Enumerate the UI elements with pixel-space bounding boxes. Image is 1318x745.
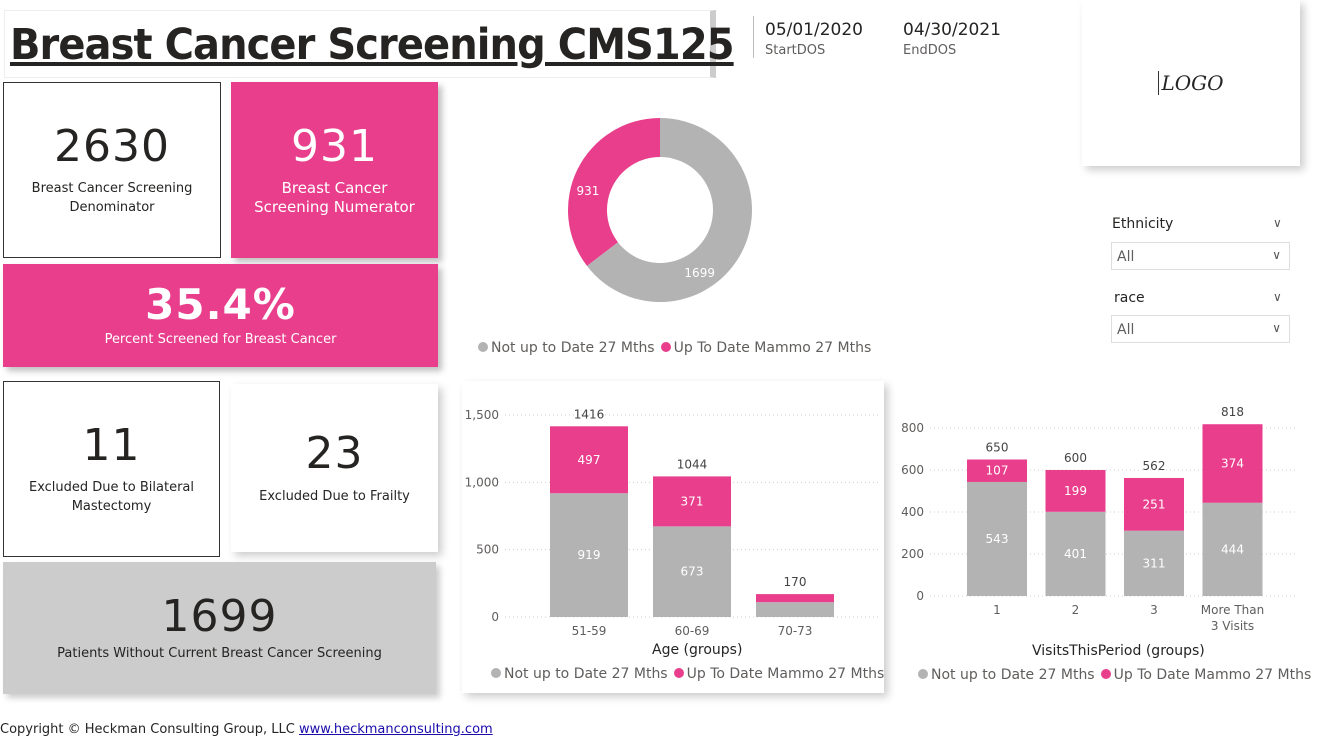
- chevron-down-icon[interactable]: ∨: [1273, 290, 1282, 304]
- kpi-value: 23: [305, 428, 364, 480]
- visits-legend: Not up to Date 27 Mths Up To Date Mammo …: [918, 667, 1311, 683]
- kpi-numerator: 931 Breast Cancer Screening Numerator: [231, 82, 438, 258]
- kpi-label: Breast Cancer Screening Numerator: [254, 179, 415, 217]
- start-label: StartDOS: [765, 43, 826, 58]
- age-bar-chart: 0 500 1,000 1,500 919 497 1416 51-59 673 371 1044 6…: [465, 407, 880, 638]
- kpi-denominator: 2630 Breast Cancer Screening Denominator: [3, 82, 221, 258]
- kpi-value: 931: [291, 120, 378, 172]
- ethnicity-slicer-title: Ethnicity: [1112, 216, 1174, 232]
- legend-label: Not up to Date 27 Mths: [504, 666, 668, 682]
- legend-item-up-to-date[interactable]: Up To Date Mammo 27 Mths: [660, 340, 872, 356]
- bar-segment: [756, 602, 834, 617]
- kpi-mastectomy: 11 Excluded Due to Bilateral Mastectomy: [3, 381, 220, 557]
- visits-x-axis-title: VisitsThisPeriod (groups): [1032, 643, 1205, 659]
- total-label: 562: [1143, 459, 1166, 473]
- race-slicer-title: race: [1114, 290, 1145, 306]
- segment-label: 919: [578, 548, 601, 562]
- end-label: EndDOS: [903, 43, 957, 58]
- segment-label: 311: [1143, 556, 1166, 570]
- segment-label: 497: [578, 453, 601, 467]
- kpi-label: Excluded Due to Frailty: [259, 488, 410, 504]
- kpi-frailty: 23 Excluded Due to Frailty: [231, 384, 438, 552]
- x-tick-label: 2: [1072, 603, 1080, 617]
- legend-label: Up To Date Mammo 27 Mths: [686, 666, 885, 682]
- kpi-label: Excluded Due to Bilateral Mastectomy: [28, 480, 194, 515]
- kpi-percent: 35.4% Percent Screened for Breast Cancer: [3, 264, 438, 367]
- age-x-axis-title: Age (groups): [652, 642, 743, 658]
- total-label: 650: [986, 441, 1009, 455]
- y-tick-label: 0: [491, 610, 499, 624]
- y-tick-label: 500: [476, 543, 499, 557]
- segment-label: 371: [681, 494, 704, 508]
- y-tick-label: 400: [901, 505, 924, 519]
- dropdown-value: All: [1117, 249, 1135, 265]
- legend-item-not-up-to-date[interactable]: Not up to Date 27 Mths: [918, 667, 1095, 683]
- segment-label: 401: [1064, 547, 1087, 561]
- kpi-value: 1699: [161, 591, 278, 643]
- end-date: 04/30/2021: [903, 20, 1001, 40]
- total-label: 170: [784, 575, 807, 589]
- chevron-down-icon[interactable]: ∨: [1273, 216, 1282, 230]
- segment-label: 444: [1221, 542, 1244, 556]
- segment-label: 374: [1221, 456, 1244, 470]
- race-dropdown[interactable]: All ∨: [1111, 315, 1290, 343]
- kpi-label: Percent Screened for Breast Cancer: [104, 332, 337, 348]
- kpi-value: 2630: [54, 120, 170, 172]
- legend-item-not-up-to-date[interactable]: Not up to Date 27 Mths: [478, 340, 655, 356]
- bar-segment: [756, 594, 834, 603]
- y-tick-label: 0: [916, 589, 924, 603]
- y-tick-label: 1,500: [465, 408, 499, 422]
- donut-chart: 1699 931: [568, 118, 752, 302]
- legend-item-up-to-date[interactable]: Up To Date Mammo 27 Mths: [1100, 667, 1312, 683]
- logo-box: LOGO: [1082, 0, 1300, 166]
- y-tick-label: 800: [901, 421, 924, 435]
- segment-label: 107: [986, 464, 1009, 478]
- x-tick-label: More Than: [1201, 603, 1264, 617]
- segment-label: 199: [1064, 484, 1087, 498]
- y-tick-label: 600: [901, 463, 924, 477]
- kpi-label: Patients Without Current Breast Cancer S…: [57, 645, 382, 661]
- total-label: 818: [1221, 405, 1244, 419]
- x-tick-label: 60-69: [675, 624, 710, 638]
- visits-bar-chart: 0 200 400 600 800 543 107 650 1 401 199 600 2 311 251 5…: [901, 405, 1295, 633]
- page-title: Breast Cancer Screening CMS125: [10, 20, 735, 70]
- x-tick-label: 3 Visits: [1211, 619, 1254, 633]
- total-label: 1044: [677, 457, 708, 471]
- legend-item-up-to-date[interactable]: Up To Date Mammo 27 Mths: [673, 666, 885, 682]
- x-tick-label: 3: [1150, 603, 1158, 617]
- website-link[interactable]: www.heckmanconsulting.com: [299, 722, 493, 737]
- kpi-value: 35.4%: [145, 279, 296, 329]
- x-tick-label: 1: [993, 603, 1001, 617]
- legend-label: Not up to Date 27 Mths: [931, 667, 1095, 683]
- segment-label: 543: [986, 532, 1009, 546]
- segment-label: 673: [681, 565, 704, 579]
- logo: LOGO: [1158, 71, 1224, 95]
- start-date: 05/01/2020: [765, 20, 863, 40]
- total-label: 1416: [574, 407, 605, 421]
- legend-label: Not up to Date 27 Mths: [491, 340, 655, 356]
- kpi-value: 11: [82, 419, 141, 471]
- total-label: 600: [1064, 451, 1087, 465]
- kpi-label: Breast Cancer Screening Denominator: [31, 181, 193, 216]
- chevron-down-icon: ∨: [1272, 321, 1281, 335]
- copyright-text: Copyright © Heckman Consulting Group, LL…: [0, 722, 299, 737]
- chevron-down-icon: ∨: [1272, 248, 1281, 262]
- legend-label: Up To Date Mammo 27 Mths: [1113, 667, 1312, 683]
- y-tick-label: 1,000: [465, 475, 499, 489]
- donut-label: 931: [577, 184, 600, 198]
- divider: [753, 16, 754, 58]
- dropdown-value: All: [1117, 322, 1135, 338]
- kpi-without-screening: 1699 Patients Without Current Breast Canc…: [3, 562, 436, 694]
- donut-label: 1699: [684, 266, 715, 280]
- x-tick-label: 70-73: [778, 624, 813, 638]
- footer: Copyright © Heckman Consulting Group, LL…: [0, 722, 493, 737]
- y-tick-label: 200: [901, 547, 924, 561]
- ethnicity-dropdown[interactable]: All ∨: [1111, 242, 1290, 270]
- legend-label: Up To Date Mammo 27 Mths: [673, 340, 872, 356]
- legend-item-not-up-to-date[interactable]: Not up to Date 27 Mths: [491, 666, 668, 682]
- segment-label: 251: [1143, 497, 1166, 511]
- x-tick-label: 51-59: [572, 624, 607, 638]
- donut-legend: Not up to Date 27 Mths Up To Date Mammo …: [478, 340, 871, 356]
- age-legend: Not up to Date 27 Mths Up To Date Mammo …: [491, 666, 884, 682]
